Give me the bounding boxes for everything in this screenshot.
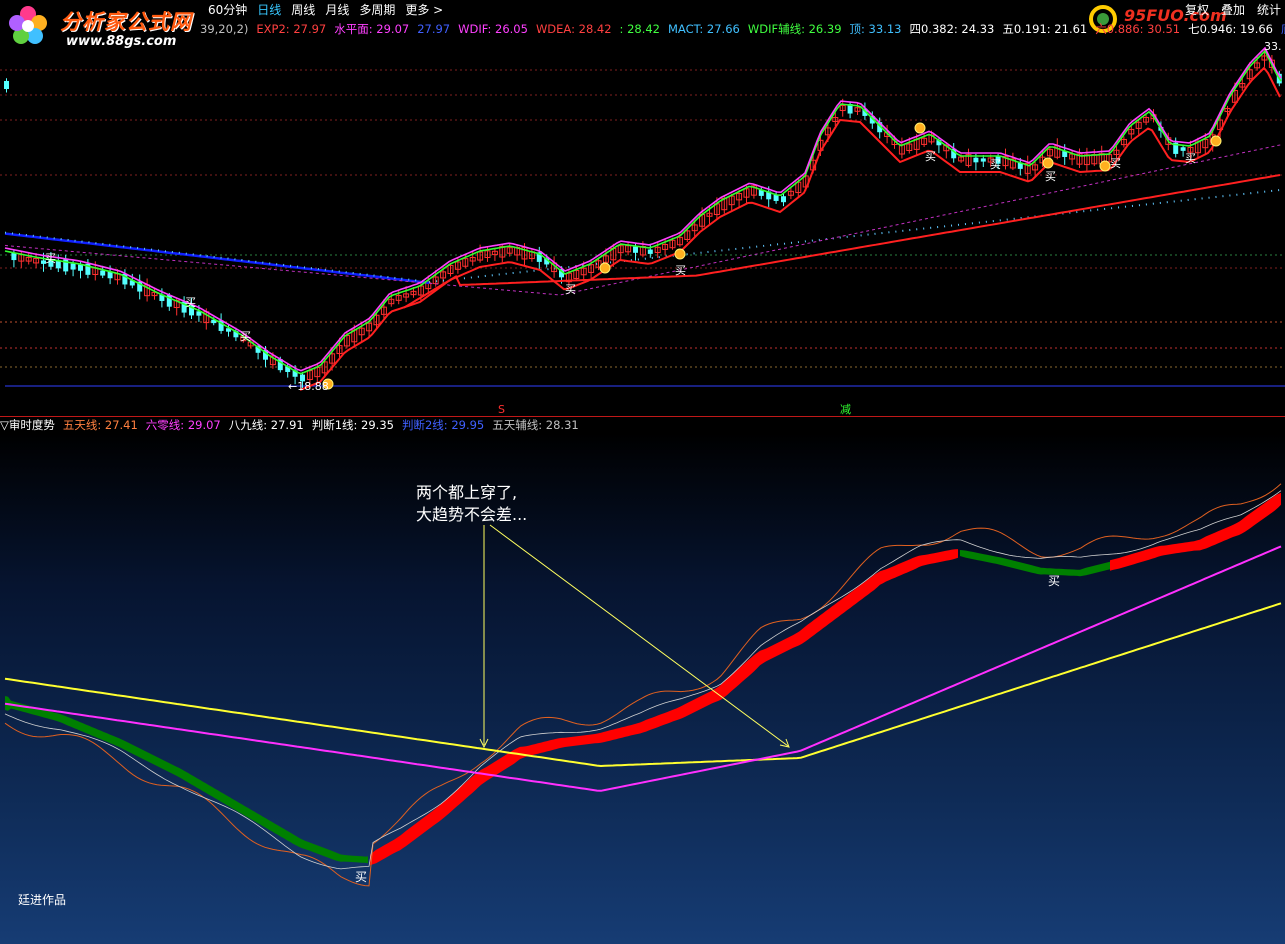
period-tab-1[interactable]: 日线 bbox=[257, 2, 281, 18]
annotation-arrow-2 bbox=[489, 524, 789, 747]
candle-down bbox=[78, 264, 83, 271]
buy-marker-1: 买 bbox=[185, 296, 196, 309]
sub-buy-marker-0: 买 bbox=[355, 870, 367, 884]
indicator-value-2: 27.97 bbox=[417, 22, 451, 36]
buy-marker-0: 买 bbox=[45, 252, 56, 265]
candle-down bbox=[980, 158, 986, 162]
ma-blue-line bbox=[4, 232, 430, 285]
magenta-trend-line bbox=[4, 545, 1282, 792]
ribbon-red-segment-2 bbox=[1110, 492, 1281, 571]
chart-annotation: 两个都上穿了, 大趋势不会差... bbox=[416, 482, 527, 526]
candle-down bbox=[781, 196, 786, 203]
author-credit: 廷进作品 bbox=[18, 893, 67, 907]
indicator-value-9: 四0.382: 24.33 bbox=[909, 22, 995, 36]
period-tab-2[interactable]: 周线 bbox=[291, 2, 315, 18]
sub-indicator-value-5: 五天辅线: 28.31 bbox=[492, 418, 579, 432]
sub-indicator-row: ▽审时度势 五天线: 27.41 六零线: 29.07 八九线: 27.91 判断1线:… bbox=[0, 417, 1285, 433]
annotation-line-1: 两个都上穿了, bbox=[416, 483, 518, 502]
sub-indicator-value-0: 五天线: 27.41 bbox=[62, 418, 138, 432]
sub-indicator-chart[interactable]: 买买 bbox=[0, 433, 1285, 944]
ma-green-line bbox=[4, 49, 1282, 375]
indicator-value-8: 顶: 33.13 bbox=[849, 22, 902, 36]
low-price-label: ←18.88 bbox=[288, 380, 329, 393]
sub-buy-marker-1: 买 bbox=[1048, 574, 1060, 588]
buy-marker-9: 买 bbox=[1185, 152, 1196, 165]
indicator-value-4: WDEA: 28.42 bbox=[535, 22, 612, 36]
sub-indicator-value-4: 判断2线: 29.95 bbox=[401, 418, 485, 432]
app-window: 买买买买买买买买买买 分析家公式网 www.88gs.com 60分钟 日线 周线月… bbox=[0, 0, 1285, 944]
main-price-chart[interactable]: 买买买买买买买买买买 bbox=[0, 0, 1285, 416]
candle-down bbox=[70, 263, 76, 270]
indicator-value-11: 六0.886: 30.51 bbox=[1095, 22, 1181, 36]
buy-marker-7: 买 bbox=[1045, 170, 1056, 183]
candle-down bbox=[4, 80, 9, 90]
period-tab-3[interactable]: 月线 bbox=[325, 2, 349, 18]
ma-red-line bbox=[403, 174, 1281, 309]
signal-s: S bbox=[498, 403, 505, 416]
sub-indicator-title[interactable]: ▽审时度势 bbox=[0, 418, 55, 432]
indicator-params: 39,20,2) bbox=[200, 22, 249, 36]
gold-coin-icon[interactable] bbox=[914, 122, 926, 134]
high-price-label: 33. bbox=[1264, 40, 1282, 53]
indicator-value-7: WDIF辅线: 26.39 bbox=[747, 22, 842, 36]
toolbar-button-0[interactable]: 复权 bbox=[1185, 2, 1209, 18]
period-tab-4[interactable]: 多周期 bbox=[359, 2, 395, 18]
candle-down bbox=[973, 157, 979, 163]
annotation-line-2: 大趋势不会差... bbox=[416, 505, 528, 524]
ma-dashed-magenta bbox=[4, 144, 1282, 296]
gold-coin-icon[interactable] bbox=[1042, 157, 1054, 169]
indicator-value-13: 底: 18.88 bbox=[1281, 22, 1285, 36]
sub-indicator-value-3: 判断1线: 29.35 bbox=[311, 418, 394, 432]
gold-coin-icon[interactable] bbox=[1099, 160, 1111, 172]
sub-indicator-value-2: 八九线: 27.91 bbox=[228, 418, 304, 432]
indicator-value-0: EXP2: 27.97 bbox=[256, 22, 327, 36]
buy-marker-4: 买 bbox=[675, 264, 686, 277]
period-tab-0[interactable]: 60分钟 bbox=[208, 2, 247, 18]
candle-down bbox=[647, 249, 653, 254]
ribbon-green-segment bbox=[5, 696, 368, 864]
indicator-value-1: 水平面: 29.07 bbox=[334, 22, 410, 36]
gold-coin-icon[interactable] bbox=[674, 248, 686, 260]
candle-down bbox=[633, 246, 638, 253]
buy-marker-8: 买 bbox=[1110, 157, 1121, 170]
period-tabs: 60分钟 日线 周线 月线 多周期 更多 > bbox=[208, 2, 453, 18]
buy-marker-3: 买 bbox=[565, 283, 576, 296]
buy-marker-5: 买 bbox=[925, 150, 936, 163]
indicator-value-3: WDIF: 26.05 bbox=[458, 22, 528, 36]
candle-down bbox=[100, 270, 106, 276]
right-toolbar: 复权 叠加 统计 bbox=[1173, 2, 1281, 18]
toolbar-button-1[interactable]: 叠加 bbox=[1221, 2, 1245, 18]
eighty-nine-line bbox=[4, 490, 1282, 870]
ribbon-red-segment bbox=[370, 549, 958, 866]
buy-marker-2: 买 bbox=[240, 330, 251, 343]
indicator-value-6: MACT: 27.66 bbox=[668, 22, 740, 36]
five-day-line bbox=[4, 483, 1282, 887]
toolbar-button-2[interactable]: 统计 bbox=[1257, 2, 1281, 18]
indicator-value-10: 五0.191: 21.61 bbox=[1002, 22, 1088, 36]
candle-down bbox=[1180, 147, 1186, 151]
gold-coin-icon[interactable] bbox=[1210, 135, 1222, 147]
signal-jian: 减 bbox=[840, 403, 851, 416]
main-indicator-row: 39,20,2) EXP2: 27.97 水平面: 29.07 27.97 WDIF: … bbox=[0, 21, 1285, 38]
buy-marker-6: 买 bbox=[990, 158, 1001, 171]
ma-red-short bbox=[299, 66, 1281, 391]
indicator-value-12: 七0.946: 19.66 bbox=[1188, 22, 1273, 36]
sub-indicator-value-1: 六零线: 29.07 bbox=[145, 418, 221, 432]
period-tab-5[interactable]: 更多 > bbox=[405, 2, 443, 18]
indicator-value-5: : 28.42 bbox=[619, 22, 660, 36]
gold-coin-icon[interactable] bbox=[599, 262, 611, 274]
